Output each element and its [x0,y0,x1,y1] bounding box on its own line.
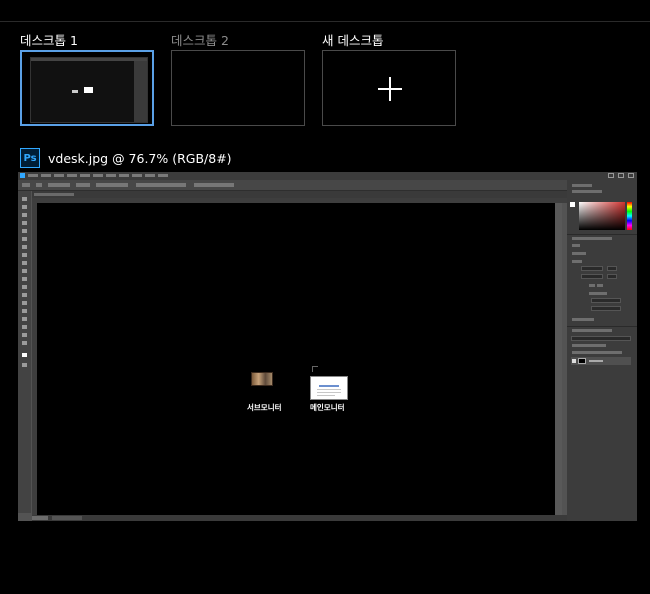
toolbox [18,191,31,513]
divider [0,21,650,22]
color-picker [579,202,625,230]
desktop-1-thumbnail[interactable] [20,50,154,126]
scrollbar [555,203,562,515]
maximize-icon [618,173,624,178]
sub-monitor-image [251,372,273,386]
new-desktop-label: 새 데스크톱 [322,33,384,48]
foreground-swatch [570,202,575,207]
window-thumbnail[interactable]: 서브모니터 메인모니터 [18,172,637,521]
window-title: vdesk.jpg @ 76.7% (RGB/8#) [48,151,232,166]
close-icon [628,173,634,178]
document-tab [32,191,567,198]
panels [567,180,637,521]
desktop-2-label: 데스크톱 2 [171,33,229,48]
desktop-1-label: 데스크톱 1 [20,33,78,48]
options-bar [18,180,637,191]
minimize-icon [608,173,614,178]
hue-slider [627,202,632,230]
desktop-1-preview [30,57,148,123]
main-monitor-image [310,376,348,400]
new-desktop-button[interactable] [322,50,456,126]
status-bar [32,515,567,521]
plus-icon [378,77,402,101]
layer-row [571,357,631,365]
sub-monitor-label: 서브모니터 [247,403,282,412]
photoshop-icon: Ps [20,148,40,168]
layer-actions [599,513,635,518]
eye-icon [572,359,576,363]
desktop-2-thumbnail[interactable] [171,50,305,126]
document-canvas: 서브모니터 메인모니터 [37,203,555,515]
menu-bar [18,172,637,180]
main-monitor-label: 메인모니터 [310,403,345,412]
